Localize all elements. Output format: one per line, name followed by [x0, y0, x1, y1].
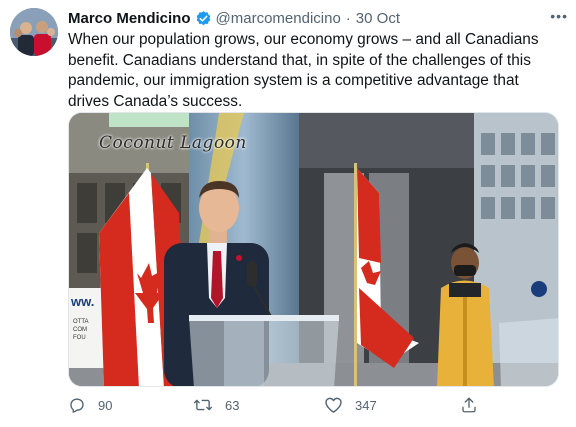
media-watermark: Coconut Lagoon	[99, 133, 247, 153]
retweet-count: 63	[225, 397, 240, 413]
reply-button[interactable]: 90	[68, 396, 112, 414]
heart-icon	[324, 396, 355, 414]
retweet-button[interactable]: 63	[193, 396, 239, 414]
author-display-name[interactable]: Marco Mendicino	[68, 10, 191, 27]
more-options-icon[interactable]: •••	[550, 8, 568, 24]
header-separator: ·	[345, 9, 351, 27]
reply-count: 90	[98, 397, 113, 413]
tweet-media-image[interactable]: ww. OTTA COM FOU Coconut Lagoon	[68, 112, 559, 387]
verified-badge-icon	[195, 10, 212, 27]
author-avatar[interactable]	[10, 8, 58, 56]
sign-line-2: COM	[73, 327, 87, 333]
reply-icon	[68, 396, 98, 414]
retweet-icon	[193, 396, 225, 414]
sign-line-1: OTTA	[73, 319, 89, 325]
press-conference-photo: ww. OTTA COM FOU	[69, 113, 558, 386]
tweet-header: Marco Mendicino @marcomendicino · 30 Oct	[68, 8, 566, 28]
like-button[interactable]: 347	[324, 396, 377, 414]
share-button[interactable]	[460, 396, 490, 414]
like-count: 347	[355, 397, 377, 413]
sign-line-3: FOU	[73, 335, 86, 341]
tweet-text: When our population grows, our economy g…	[68, 31, 539, 110]
tweet-card[interactable]: Marco Mendicino @marcomendicino · 30 Oct…	[0, 0, 576, 427]
sign-url-text: ww.	[70, 294, 94, 309]
tweet-date[interactable]: 30 Oct	[356, 10, 400, 27]
share-icon	[460, 396, 490, 414]
tweet-actions-bar: 90 63 347	[68, 396, 488, 420]
author-handle[interactable]: @marcomendicino	[216, 10, 341, 27]
